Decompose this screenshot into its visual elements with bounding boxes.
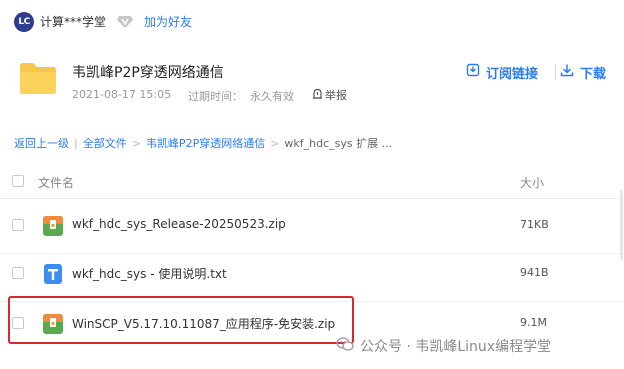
- file-name[interactable]: wkf_hdc_sys - 使用说明.txt: [72, 265, 227, 282]
- report-icon: [312, 88, 323, 102]
- username[interactable]: 计算***学堂: [40, 13, 106, 30]
- subscribe-link-button[interactable]: 订阅链接: [452, 59, 552, 85]
- vip-badge-icon: [116, 12, 134, 30]
- report-button[interactable]: 举报: [312, 87, 347, 103]
- download-icon: [560, 63, 574, 81]
- zip-file-icon: [42, 215, 64, 237]
- watermark-text: 公众号 · 韦凯峰Linux编程学堂: [360, 339, 552, 355]
- breadcrumb-current: wkf_hdc_sys 扩展 ...: [284, 137, 393, 150]
- breadcrumb-back[interactable]: 返回上一级: [14, 135, 69, 151]
- table-header: 文件名 大小: [0, 164, 624, 199]
- report-label: 举报: [325, 89, 347, 102]
- expire-label: 过期时间：: [188, 90, 243, 103]
- folder-title: 韦凯峰P2P穿透网络通信: [72, 65, 224, 81]
- select-all-checkbox[interactable]: [12, 175, 24, 187]
- watermark: 公众号 · 韦凯峰Linux编程学堂: [336, 336, 551, 356]
- breadcrumb-all-files[interactable]: 全部文件: [83, 135, 127, 151]
- row-checkbox[interactable]: [12, 219, 24, 231]
- file-size: 941B: [520, 266, 549, 279]
- table-row[interactable]: wkf_hdc_sys - 使用说明.txt 941B: [0, 247, 624, 302]
- breadcrumb-folder[interactable]: 韦凯峰P2P穿透网络通信: [146, 135, 265, 151]
- scrollbar[interactable]: [620, 190, 623, 260]
- row-checkbox[interactable]: [12, 267, 24, 279]
- expire-value: 永久有效: [250, 90, 294, 103]
- avatar[interactable]: LC: [14, 12, 34, 32]
- folder-icon: [18, 60, 58, 96]
- column-header-name[interactable]: 文件名: [38, 174, 74, 191]
- file-name[interactable]: wkf_hdc_sys_Release-20250523.zip: [72, 217, 286, 231]
- text-file-icon: [42, 263, 64, 285]
- add-friend-link[interactable]: 加为好友: [144, 13, 192, 30]
- download-label: 下载: [580, 66, 607, 82]
- wechat-icon: [336, 336, 354, 356]
- table-row[interactable]: wkf_hdc_sys_Release-20250523.zip 71KB: [0, 199, 624, 254]
- breadcrumb: 返回上一级 | 全部文件 > 韦凯峰P2P穿透网络通信 > wkf_hdc_sy…: [14, 135, 392, 151]
- chevron-right-icon: >: [270, 136, 280, 150]
- highlight-box: [8, 296, 354, 344]
- file-size: 9.1M: [520, 316, 547, 329]
- subscribe-label: 订阅链接: [485, 66, 538, 82]
- action-divider: [555, 64, 556, 80]
- chevron-right-icon: >: [131, 136, 141, 150]
- share-date: 2021-08-17 15:05: [72, 88, 172, 101]
- breadcrumb-separator: |: [74, 136, 78, 150]
- download-button[interactable]: 下载: [560, 59, 624, 85]
- column-header-size[interactable]: 大小: [520, 174, 544, 191]
- subscribe-icon: [466, 63, 480, 81]
- file-size: 71KB: [520, 218, 549, 231]
